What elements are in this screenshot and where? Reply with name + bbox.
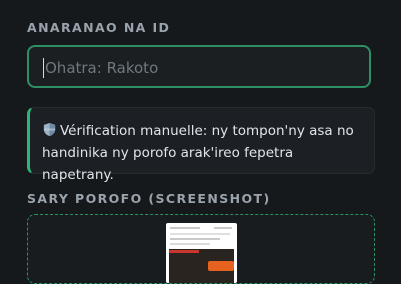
shield-icon: [43, 122, 56, 137]
screenshot-label: SARY POROFO (SCREENSHOT): [27, 191, 271, 206]
notice-text: Vérification manuelle: ny tompon'ny asa …: [42, 123, 354, 183]
screenshot-preview[interactable]: [166, 223, 237, 283]
id-name-input[interactable]: Ohatra: Rakoto: [27, 45, 371, 88]
id-name-placeholder: Ohatra: Rakoto: [45, 59, 159, 77]
text-caret: [43, 58, 44, 78]
screenshot-dropzone[interactable]: [27, 214, 375, 284]
verification-notice: Vérification manuelle: ny tompon'ny asa …: [27, 107, 375, 183]
id-name-label: ANARANAO NA ID: [27, 20, 171, 35]
